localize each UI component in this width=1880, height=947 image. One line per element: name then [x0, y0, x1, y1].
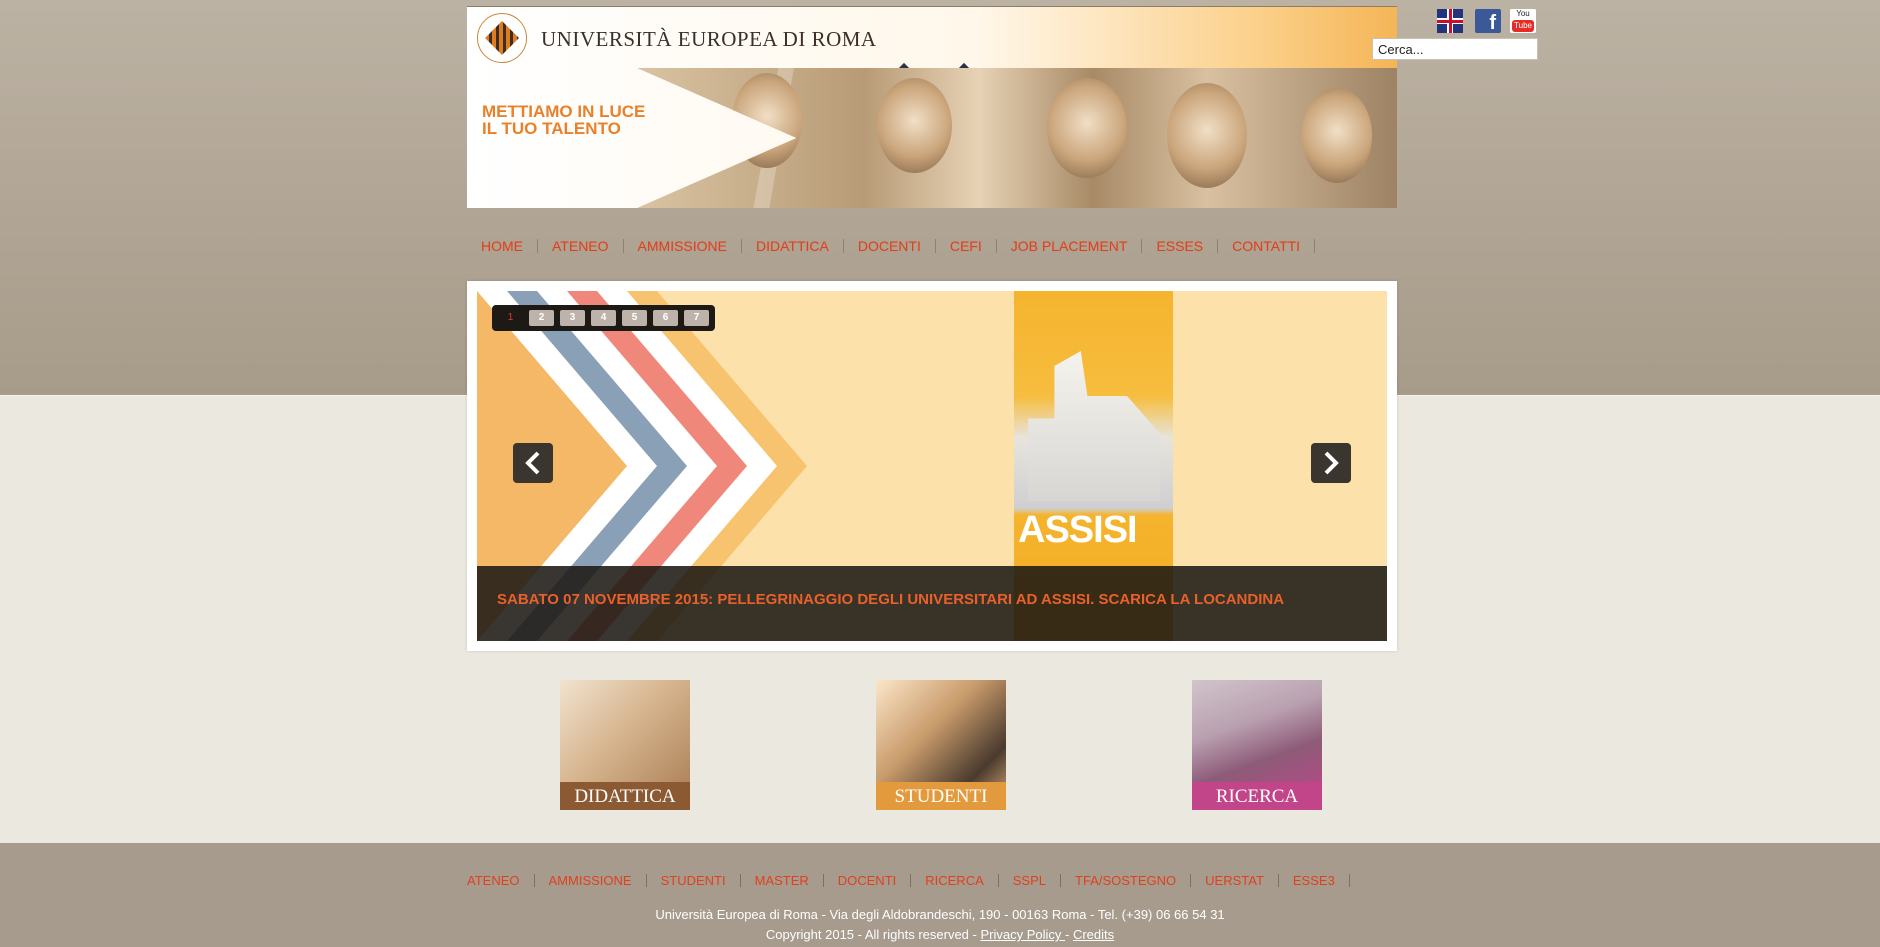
- youtube-icon-top: You: [1510, 9, 1536, 19]
- pager-dot-6[interactable]: 6: [653, 310, 678, 326]
- student-photo: [1047, 78, 1127, 178]
- main-nav: HOME ATENEO AMMISSIONE DIDATTICA DOCENTI…: [467, 236, 1316, 256]
- privacy-policy-link[interactable]: Privacy Policy: [980, 927, 1065, 942]
- uk-flag-icon[interactable]: [1437, 9, 1463, 33]
- search-input[interactable]: [1372, 38, 1538, 60]
- slide-caption-bar: SABATO 07 NOVEMBRE 2015: PELLEGRINAGGIO …: [477, 566, 1387, 641]
- pager-dot-1[interactable]: 1: [498, 310, 523, 326]
- banner-tagline: METTIAMO IN LUCE IL TUO TALENTO: [482, 103, 645, 137]
- nav-item-ammissione[interactable]: AMMISSIONE: [624, 239, 742, 253]
- student-photo: [732, 73, 802, 168]
- footer-copyright: Copyright 2015 - All rights reserved - P…: [0, 927, 1880, 942]
- footer-link-ricerca[interactable]: RICERCA: [911, 873, 999, 887]
- footer-nav: ATENEO AMMISSIONE STUDENTI MASTER DOCENT…: [467, 873, 1350, 887]
- slider: ASSISI 1 2 3 4 5 6 7 SABATO 07 NOVEMBRE …: [467, 281, 1397, 651]
- quick-link-didattica[interactable]: DIDATTICA: [560, 680, 690, 810]
- pager-dot-2[interactable]: 2: [529, 310, 554, 326]
- prev-slide-button[interactable]: [513, 443, 553, 483]
- footer-link-esse3[interactable]: ESSE3: [1279, 873, 1350, 887]
- nav-item-docenti[interactable]: DOCENTI: [844, 239, 936, 253]
- pager-dot-3[interactable]: 3: [560, 310, 585, 326]
- slide-caption-link[interactable]: SABATO 07 NOVEMBRE 2015: PELLEGRINAGGIO …: [497, 591, 1284, 608]
- student-photo: [1302, 88, 1372, 183]
- pager-dot-4[interactable]: 4: [591, 310, 616, 326]
- nav-item-didattica[interactable]: DIDATTICA: [742, 239, 844, 253]
- tagline-line: IL TUO TALENTO: [482, 119, 621, 138]
- nav-item-home[interactable]: HOME: [467, 239, 538, 253]
- nav-item-contatti[interactable]: CONTATTI: [1218, 239, 1316, 253]
- footer-link-tfa-sostegno[interactable]: TFA/SOSTEGNO: [1061, 873, 1192, 887]
- nav-item-cefi[interactable]: CEFI: [936, 239, 997, 253]
- student-photo: [1167, 83, 1247, 188]
- tile-label: DIDATTICA: [560, 782, 690, 810]
- pager-dot-5[interactable]: 5: [622, 310, 647, 326]
- slide-image[interactable]: ASSISI 1 2 3 4 5 6 7 SABATO 07 NOVEMBRE …: [477, 291, 1387, 641]
- chevron-left-icon: [525, 451, 540, 475]
- student-photo: [877, 78, 952, 173]
- youtube-icon[interactable]: You Tube: [1510, 9, 1536, 33]
- tile-label: STUDENTI: [876, 782, 1006, 810]
- copyright-text: Copyright 2015 - All rights reserved -: [765, 927, 981, 942]
- footer-link-master[interactable]: MASTER: [741, 873, 824, 887]
- footer-separator: -: [1065, 927, 1073, 942]
- credits-link[interactable]: Credits: [1073, 927, 1114, 942]
- footer-link-ammissione[interactable]: AMMISSIONE: [535, 873, 647, 887]
- basilica-illustration: [1028, 351, 1160, 501]
- tile-label: RICERCA: [1192, 782, 1322, 810]
- quick-link-ricerca[interactable]: RICERCA: [1192, 680, 1322, 810]
- footer-link-sspl[interactable]: SSPL: [999, 873, 1062, 887]
- tagline-line: METTIAMO IN LUCE: [482, 102, 646, 121]
- facebook-icon[interactable]: f: [1475, 9, 1501, 34]
- header-banner[interactable]: UNIVERSITÀ EUROPEA DI ROMA METTIAMO IN L…: [467, 6, 1397, 208]
- nav-item-job-placement[interactable]: JOB PLACEMENT: [997, 239, 1143, 253]
- quick-link-studenti[interactable]: STUDENTI: [876, 680, 1006, 810]
- nav-item-esses[interactable]: ESSES: [1142, 239, 1219, 253]
- poster-title: ASSISI: [1018, 509, 1138, 551]
- next-slide-button[interactable]: [1311, 443, 1351, 483]
- chevron-right-icon: [1324, 451, 1339, 475]
- banner-photo: [637, 68, 1397, 208]
- slide-pager: 1 2 3 4 5 6 7: [492, 305, 715, 331]
- footer-link-ateneo[interactable]: ATENEO: [467, 873, 535, 887]
- footer-link-studenti[interactable]: STUDENTI: [647, 873, 741, 887]
- logo-text: UNIVERSITÀ EUROPEA DI ROMA: [541, 27, 877, 51]
- footer-link-uerstat[interactable]: UERSTAT: [1191, 873, 1279, 887]
- university-logo-icon: [477, 13, 527, 63]
- youtube-icon-bottom: Tube: [1512, 20, 1534, 32]
- pager-dot-7[interactable]: 7: [684, 310, 709, 326]
- nav-item-ateneo[interactable]: ATENEO: [538, 239, 624, 253]
- footer-link-docenti[interactable]: DOCENTI: [824, 873, 912, 887]
- footer-address: Università Europea di Roma - Via degli A…: [655, 907, 1225, 922]
